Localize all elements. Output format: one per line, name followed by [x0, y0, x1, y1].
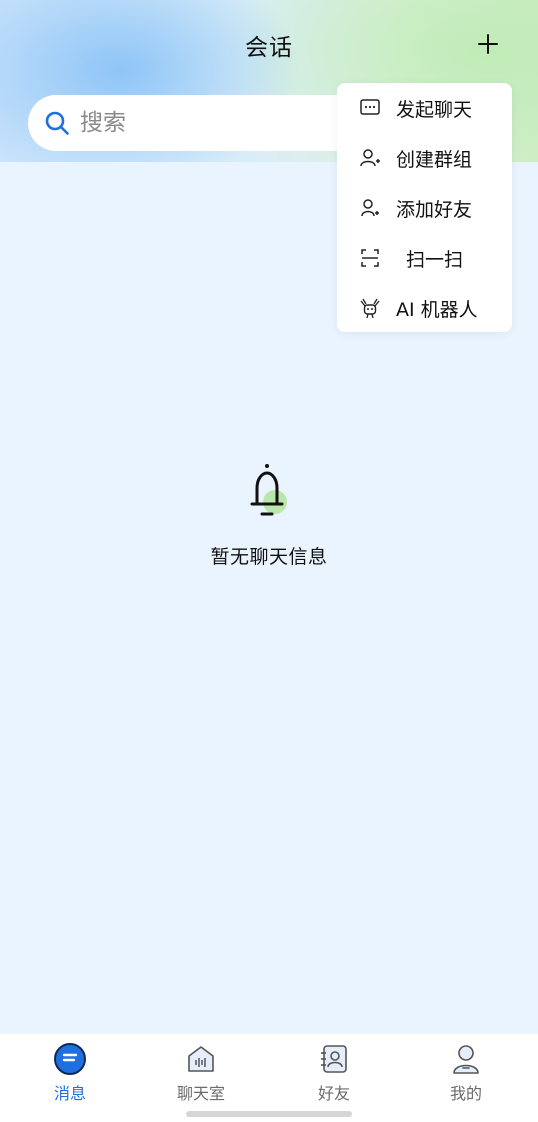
message-icon: [54, 1043, 86, 1075]
chat-bubble-icon: [360, 99, 380, 115]
bottom-tab-bar: 消息 聊天室 好友 我的: [0, 1034, 538, 1122]
menu-item-start-chat[interactable]: 发起聊天: [337, 83, 512, 133]
tab-profile[interactable]: 我的: [421, 1042, 511, 1104]
bell-icon: [250, 464, 287, 516]
chatroom-icon: [188, 1046, 214, 1072]
tab-label: 聊天室: [176, 1084, 225, 1103]
app-screen: 会话 发起聊天 创建群组: [0, 0, 538, 1122]
profile-icon: [453, 1045, 479, 1074]
tab-label: 好友: [317, 1084, 350, 1103]
home-indicator: [186, 1111, 352, 1117]
tab-chatroom[interactable]: 聊天室: [156, 1042, 246, 1104]
menu-item-label: 创建群组: [396, 148, 473, 171]
search-icon: [45, 111, 69, 135]
menu-item-add-friend[interactable]: 添加好友: [337, 183, 512, 233]
contacts-icon: [321, 1045, 347, 1073]
search-bar[interactable]: [28, 95, 388, 151]
scan-icon: [361, 249, 379, 267]
menu-item-label: 扫一扫: [406, 248, 464, 271]
menu-item-label: 添加好友: [396, 198, 473, 221]
tab-label: 我的: [449, 1084, 482, 1103]
page-title: 会话: [245, 35, 293, 61]
menu-item-scan[interactable]: 扫一扫: [337, 233, 512, 283]
add-friend-icon: [361, 199, 379, 217]
tab-messages[interactable]: 消息: [25, 1042, 115, 1104]
menu-item-label: AI 机器人: [396, 298, 478, 321]
search-input[interactable]: [80, 110, 320, 136]
create-group-icon: [360, 149, 380, 167]
empty-state: 暂无聊天信息: [0, 460, 538, 569]
menu-item-label: 发起聊天: [396, 98, 473, 121]
tab-label: 消息: [53, 1084, 86, 1103]
menu-item-ai-robot[interactable]: AI 机器人: [337, 283, 512, 333]
add-dropdown-menu: 发起聊天 创建群组 添加好友 扫一扫 AI 机器人: [337, 83, 512, 332]
robot-icon: [360, 298, 380, 319]
add-menu-button[interactable]: [470, 26, 506, 62]
empty-state-text: 暂无聊天信息: [210, 546, 328, 568]
tab-friends[interactable]: 好友: [289, 1042, 379, 1104]
menu-item-create-group[interactable]: 创建群组: [337, 133, 512, 183]
